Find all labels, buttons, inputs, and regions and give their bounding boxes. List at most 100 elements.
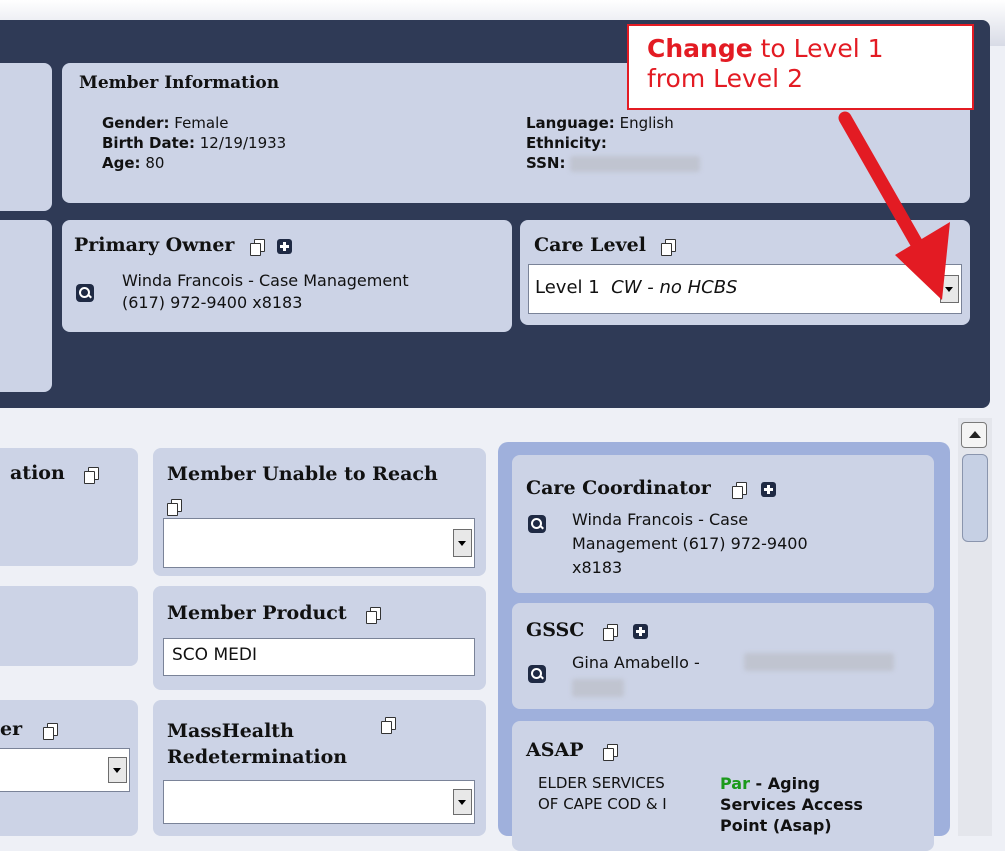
gssc-header: GSSC <box>526 619 648 641</box>
annotation-text: Change to Level 1 from Level 2 <box>647 34 884 94</box>
gssc-phone-redacted <box>744 653 894 671</box>
member-unable-to-reach-title: Member Unable to Reach <box>167 463 438 485</box>
care-level-description: CW - no HCBS <box>611 277 738 298</box>
annotation-line2: from Level 2 <box>647 64 803 93</box>
care-coordinator-title: Care Coordinator <box>526 477 711 499</box>
member-product-input[interactable]: SCO MEDI <box>163 638 475 676</box>
ethnicity-label: Ethnicity: <box>526 134 607 152</box>
care-coordinator-line1: Winda Francois - Case <box>572 510 749 529</box>
care-coordinator-details: Winda Francois - Case Management (617) 9… <box>572 508 808 580</box>
asap-org-line2: OF CAPE COD & I <box>538 795 667 813</box>
language-value: English <box>619 114 674 132</box>
copy-icon[interactable] <box>602 743 618 761</box>
vertical-scrollbar[interactable] <box>958 418 992 836</box>
ssn-label: SSN: <box>526 154 566 172</box>
left-card-3-header: er <box>0 718 59 740</box>
masshealth-select[interactable] <box>163 780 475 824</box>
owner-lookup-magnifier-icon[interactable] <box>76 284 94 302</box>
ssn-redacted <box>570 155 701 172</box>
asap-org-line1: ELDER SERVICES <box>538 774 665 792</box>
left-card-1-title: ation <box>10 462 65 484</box>
gssc-ext-redacted <box>572 679 624 697</box>
add-coordinator-plus-icon[interactable] <box>760 482 776 497</box>
masshealth-title-line1: MassHealth <box>167 720 294 742</box>
copy-icon[interactable] <box>365 606 381 624</box>
copy-icon[interactable] <box>249 238 265 256</box>
copy-icon[interactable] <box>661 238 677 256</box>
left-card-1-header: ation <box>10 462 99 484</box>
copy-icon[interactable] <box>43 722 59 740</box>
care-coordinator-header: Care Coordinator <box>526 477 776 499</box>
scroll-up-arrow <box>969 431 981 438</box>
asap-title: ASAP <box>526 739 584 761</box>
member-demographics-left: Gender: Female Birth Date: 12/19/1933 Ag… <box>102 113 286 173</box>
member-information-title: Member Information <box>79 73 280 93</box>
copy-icon[interactable] <box>381 716 396 734</box>
care-level-header: Care Level <box>534 234 677 256</box>
member-unable-to-reach-select[interactable] <box>163 518 475 568</box>
birth-date-label: Birth Date: <box>102 134 195 152</box>
gssc-title: GSSC <box>526 619 585 641</box>
care-level-title: Care Level <box>534 234 646 256</box>
primary-owner-name: Winda Francois - Case Management <box>122 271 409 290</box>
asap-organization: ELDER SERVICES OF CAPE COD & I <box>538 773 667 815</box>
left-card-1: ation <box>0 448 138 566</box>
member-product-title: Member Product <box>167 602 347 624</box>
left-card-2 <box>0 586 138 666</box>
left-header-card-1 <box>0 63 52 211</box>
care-level-selected-value: Level 1 CW - no HCBS <box>535 277 737 298</box>
chevron-down-icon[interactable] <box>108 757 127 783</box>
chevron-down-icon[interactable] <box>453 529 472 557</box>
asap-header: ASAP <box>526 739 618 761</box>
annotation-callout: Change to Level 1 from Level 2 <box>627 24 974 110</box>
asap-description: Par - Aging Services Access Point (Asap) <box>720 773 863 836</box>
primary-owner-phone: (617) 972-9400 x8183 <box>122 293 303 312</box>
left-card-3-select[interactable] <box>0 748 130 792</box>
add-owner-plus-icon[interactable] <box>276 239 292 254</box>
annotation-line1: to Level 1 <box>752 34 884 63</box>
primary-owner-card: Primary Owner Winda Francois - Case Mana… <box>62 220 512 332</box>
age-label: Age: <box>102 154 141 172</box>
left-card-3: er <box>0 700 138 836</box>
asap-desc-line1: - Aging <box>749 774 820 793</box>
primary-owner-title: Primary Owner <box>74 234 235 256</box>
copy-icon[interactable] <box>731 481 747 499</box>
birth-date-value: 12/19/1933 <box>199 134 287 152</box>
member-product-card: Member Product SCO MEDI <box>153 586 486 690</box>
annotation-change: Change <box>647 34 753 63</box>
asap-desc-line3: Point (Asap) <box>720 816 832 835</box>
copy-icon[interactable] <box>167 498 182 516</box>
primary-owner-details: Winda Francois - Case Management (617) 9… <box>122 270 409 314</box>
coordinator-lookup-magnifier-icon[interactable] <box>528 515 546 533</box>
add-gssc-plus-icon[interactable] <box>632 624 648 639</box>
age-value: 80 <box>145 154 165 172</box>
care-coordinator-line3: x8183 <box>572 558 623 577</box>
care-coordinator-card: Care Coordinator Winda Francois - Case M… <box>512 455 934 593</box>
scroll-thumb[interactable] <box>962 454 988 542</box>
left-card-3-title: er <box>0 718 23 740</box>
left-header-card-2 <box>0 220 52 392</box>
asap-par-status: Par <box>720 774 750 793</box>
member-demographics-right: Language: English Ethnicity: SSN: <box>526 113 701 173</box>
copy-icon[interactable] <box>83 466 99 484</box>
asap-desc-line2: Services Access <box>720 795 863 814</box>
gssc-card: GSSC Gina Amabello - <box>512 603 934 709</box>
member-unable-to-reach-card: Member Unable to Reach <box>153 448 486 576</box>
gender-label: Gender: <box>102 114 170 132</box>
gssc-lookup-magnifier-icon[interactable] <box>528 665 546 683</box>
primary-owner-header: Primary Owner <box>74 234 292 256</box>
masshealth-title: MassHealth Redetermination <box>167 718 347 770</box>
copy-icon[interactable] <box>603 623 619 641</box>
gssc-name: Gina Amabello - <box>572 653 700 672</box>
chevron-down-icon[interactable] <box>453 789 472 815</box>
language-label: Language: <box>526 114 615 132</box>
scroll-up-icon[interactable] <box>961 422 987 448</box>
asap-card: ASAP ELDER SERVICES OF CAPE COD & I Par … <box>512 721 934 851</box>
masshealth-title-line2: Redetermination <box>167 746 348 768</box>
care-coordinator-line2: Management (617) 972-9400 <box>572 534 808 553</box>
masshealth-card: MassHealth Redetermination <box>153 700 486 836</box>
care-level-level: Level 1 <box>535 277 600 298</box>
member-product-header: Member Product <box>167 602 381 624</box>
arrow-icon <box>838 111 950 300</box>
gender-value: Female <box>174 114 229 132</box>
